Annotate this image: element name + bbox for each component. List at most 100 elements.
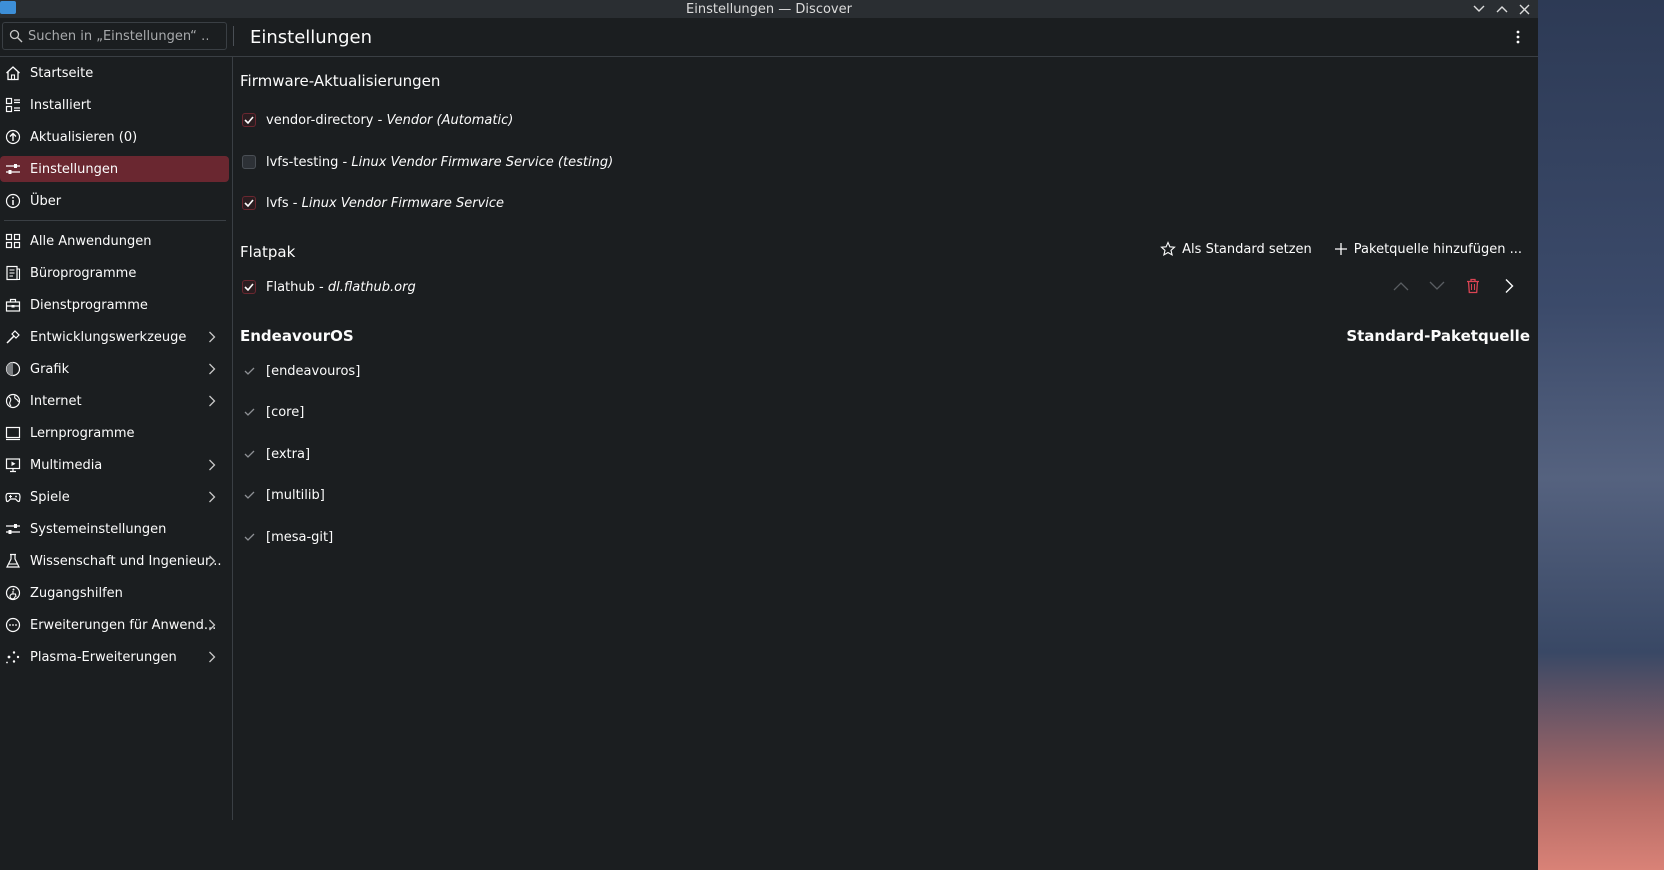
search-field[interactable]	[2, 22, 227, 50]
sidebar-item-label: Startseite	[30, 65, 94, 81]
sidebar-item-label: Entwicklungswerkzeuge	[30, 329, 187, 345]
sidebar-item-label: Plasma-Erweiterungen	[30, 649, 177, 665]
discover-app-icon	[0, 1, 16, 14]
add-source-label: Paketquelle hinzufügen ...	[1353, 241, 1522, 257]
sidebar-item-aktualisieren[interactable]: Aktualisieren (0)	[0, 124, 230, 150]
move-down-button[interactable]	[1428, 277, 1446, 295]
search-icon	[9, 29, 23, 43]
multimedia-icon	[4, 456, 22, 474]
sidebar-item-label: Wissenschaft und Ingenieur...	[30, 553, 222, 569]
sidebar-item-entwicklungswerkzeuge[interactable]: Entwicklungswerkzeuge	[0, 324, 230, 350]
firmware-heading: Firmware-Aktualisierungen	[240, 72, 441, 90]
firmware-source-row: vendor-directory - Vendor (Automatic)	[240, 110, 513, 130]
chevron-down-icon	[1473, 5, 1484, 12]
sidebar-item-label: Grafik	[30, 361, 70, 377]
chevron-right-icon	[208, 457, 222, 473]
source-checkbox[interactable]	[242, 280, 256, 294]
move-up-button[interactable]	[1392, 277, 1410, 295]
sidebar-item-grafik[interactable]: Grafik	[0, 356, 230, 382]
add-source-button[interactable]: Paketquelle hinzufügen ...	[1334, 242, 1522, 257]
title-bar: Einstellungen — Discover	[0, 0, 1538, 18]
sidebar: Startseite Installiert Aktualisieren (0)…	[0, 57, 233, 820]
sidebar-item-systemeinstellungen[interactable]: Systemeinstellungen	[0, 516, 230, 542]
firmware-source-row: lvfs-testing - Linux Vendor Firmware Ser…	[240, 152, 613, 172]
source-checkbox[interactable]	[242, 113, 256, 127]
accessibility-icon	[4, 584, 22, 602]
sidebar-item-multimedia[interactable]: Multimedia	[0, 452, 230, 478]
sidebar-item-spiele[interactable]: Spiele	[0, 484, 230, 510]
source-checkbox	[242, 364, 256, 378]
search-input[interactable]	[28, 28, 208, 44]
chevron-right-icon	[208, 361, 222, 377]
sidebar-separator	[4, 220, 226, 221]
sidebar-item-label: Einstellungen	[30, 161, 119, 177]
flatpak-actions: Als Standard setzen Paketquelle hinzufüg…	[1160, 241, 1522, 257]
sliders-icon	[4, 520, 22, 538]
source-checkbox[interactable]	[242, 196, 256, 210]
sidebar-item-label: Systemeinstellungen	[30, 521, 167, 537]
sidebar-item-einstellungen[interactable]: Einstellungen	[0, 156, 229, 182]
sidebar-item-ueber[interactable]: Über	[0, 188, 230, 214]
endeavouros-heading: EndeavourOS	[240, 327, 354, 345]
globe-icon	[4, 392, 22, 410]
set-default-button[interactable]: Als Standard setzen	[1160, 241, 1312, 257]
flatpak-source-row: Flathub - dl.flathub.org	[240, 277, 416, 297]
sidebar-item-lernprogramme[interactable]: Lernprogramme	[0, 420, 230, 446]
sidebar-item-label: Über	[30, 193, 62, 209]
graphics-icon	[4, 360, 22, 378]
source-checkbox	[242, 488, 256, 502]
sidebar-item-label: Erweiterungen für Anwend...	[30, 617, 217, 633]
settings-icon	[4, 160, 22, 178]
repo-row: [endeavouros]	[240, 361, 360, 381]
plus-icon	[1334, 243, 1347, 255]
sidebar-item-zugangshilfen[interactable]: Zugangshilfen	[0, 580, 230, 606]
chevron-right-icon	[208, 649, 222, 665]
office-icon	[4, 264, 22, 282]
delete-source-button[interactable]	[1464, 277, 1482, 295]
flatpak-heading: Flatpak	[240, 243, 296, 261]
sidebar-item-startseite[interactable]: Startseite	[0, 60, 230, 86]
repo-name: [extra]	[266, 446, 311, 462]
sidebar-item-label: Dienstprogramme	[30, 297, 148, 313]
sidebar-item-label: Installiert	[30, 97, 92, 113]
close-button[interactable]	[1517, 2, 1532, 17]
overflow-menu-button[interactable]	[1506, 25, 1530, 49]
open-source-button[interactable]	[1500, 277, 1518, 295]
source-checkbox	[242, 405, 256, 419]
source-checkbox	[242, 530, 256, 544]
sidebar-item-dienstprogramme[interactable]: Dienstprogramme	[0, 292, 230, 318]
sidebar-item-erweiterungen-anwendungen[interactable]: Erweiterungen für Anwend...	[0, 612, 230, 638]
chevron-right-icon	[208, 329, 222, 345]
checkmark-icon	[244, 367, 254, 375]
chevron-right-icon	[208, 489, 222, 505]
source-name: Flathub - dl.flathub.org	[266, 279, 416, 295]
sidebar-item-installiert[interactable]: Installiert	[0, 92, 230, 118]
source-description: dl.flathub.org	[327, 279, 416, 295]
chevron-down-icon	[1429, 281, 1445, 290]
set-default-label: Als Standard setzen	[1182, 241, 1312, 257]
sidebar-item-bueroprogramme[interactable]: Büroprogramme	[0, 260, 230, 286]
maximize-button[interactable]	[1494, 2, 1509, 17]
toolbar-separator	[233, 26, 234, 46]
window-controls	[1471, 0, 1532, 18]
installed-icon	[4, 96, 22, 114]
source-checkbox[interactable]	[242, 155, 256, 169]
chevron-up-icon	[1496, 6, 1507, 13]
sidebar-item-label: Alle Anwendungen	[30, 233, 152, 249]
header-toolbar: Einstellungen	[0, 18, 1538, 57]
sidebar-item-wissenschaft[interactable]: Wissenschaft und Ingenieur...	[0, 548, 230, 574]
repo-row: [multilib]	[240, 485, 325, 505]
source-name: lvfs - Linux Vendor Firmware Service	[266, 195, 505, 211]
sidebar-item-alle-anwendungen[interactable]: Alle Anwendungen	[0, 228, 230, 254]
sidebar-item-internet[interactable]: Internet	[0, 388, 230, 414]
page-title: Einstellungen	[250, 27, 373, 48]
sidebar-item-plasma-erweiterungen[interactable]: Plasma-Erweiterungen	[0, 644, 230, 670]
repo-name: [mesa-git]	[266, 529, 334, 545]
source-description: Linux Vendor Firmware Service (testing)	[351, 154, 614, 170]
checkmark-icon	[244, 533, 254, 541]
minimize-button[interactable]	[1471, 2, 1486, 17]
sidebar-item-label: Multimedia	[30, 457, 103, 473]
close-icon	[1519, 4, 1530, 14]
sidebar-item-label: Internet	[30, 393, 82, 409]
checkmark-icon	[244, 116, 254, 124]
